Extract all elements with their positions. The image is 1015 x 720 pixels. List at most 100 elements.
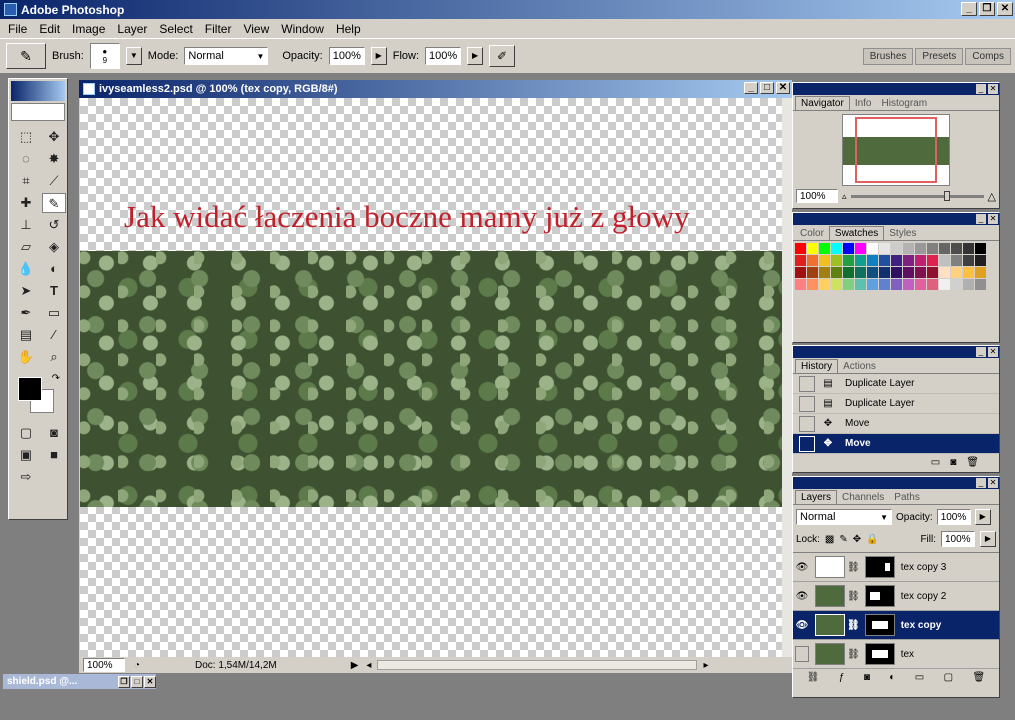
panel-minimize-icon[interactable]: _ xyxy=(976,214,986,224)
tab-paths[interactable]: Paths xyxy=(889,491,925,504)
color-swatch[interactable] xyxy=(903,255,914,266)
doc-maximize-button[interactable]: □ xyxy=(760,82,774,94)
zoom-in-icon[interactable]: △ xyxy=(988,190,996,203)
color-swatch[interactable] xyxy=(843,255,854,266)
tab-actions[interactable]: Actions xyxy=(838,360,881,373)
color-swatch[interactable] xyxy=(975,279,986,290)
layer-opacity-arrow[interactable]: ▶ xyxy=(974,509,991,525)
color-swatch[interactable] xyxy=(903,279,914,290)
brush-tool-icon[interactable]: ✎ xyxy=(42,193,66,213)
panel-minimize-icon[interactable]: _ xyxy=(976,478,986,488)
panel-close-icon[interactable]: ✕ xyxy=(988,214,998,224)
color-swatch[interactable] xyxy=(915,279,926,290)
layer-row[interactable]: 👁 ⛓ tex copy 2 xyxy=(793,582,999,611)
opacity-input[interactable]: 100% xyxy=(328,47,365,65)
color-swatch[interactable] xyxy=(939,267,950,278)
feather-logo-icon[interactable] xyxy=(11,103,65,121)
well-tab-presets[interactable]: Presets xyxy=(915,47,964,65)
well-tab-comps[interactable]: Comps xyxy=(965,47,1011,65)
color-swatch[interactable] xyxy=(831,255,842,266)
layer-opacity-input[interactable]: 100% xyxy=(936,509,971,525)
color-swatch[interactable] xyxy=(927,255,938,266)
doc-minimize-button[interactable]: _ xyxy=(744,82,758,94)
flow-input[interactable]: 100% xyxy=(425,47,462,65)
tab-layers[interactable]: Layers xyxy=(795,490,838,504)
color-swatch[interactable] xyxy=(843,267,854,278)
eye-icon[interactable]: 👁 xyxy=(793,591,811,602)
color-swatch[interactable] xyxy=(855,255,866,266)
quickmask-mode-icon[interactable]: ◙ xyxy=(42,423,66,443)
color-swatch[interactable] xyxy=(795,255,806,266)
color-swatch[interactable] xyxy=(939,279,950,290)
vertical-scrollbar[interactable] xyxy=(782,98,792,658)
foreground-color-swatch[interactable] xyxy=(18,377,42,401)
color-swatch[interactable] xyxy=(891,279,902,290)
color-swatch[interactable] xyxy=(891,255,902,266)
history-brush-icon[interactable]: ↺ xyxy=(42,215,66,235)
well-tab-brushes[interactable]: Brushes xyxy=(862,47,914,65)
notes-tool-icon[interactable]: ▤ xyxy=(14,325,38,345)
history-item[interactable]: ▤ Duplicate Layer xyxy=(793,394,999,414)
eyedropper-tool-icon[interactable]: ⁄ xyxy=(42,325,66,345)
menu-view[interactable]: View xyxy=(237,22,275,36)
color-swatch[interactable] xyxy=(855,243,866,254)
brush-dropdown-arrow[interactable]: ▼ xyxy=(125,47,142,65)
history-item[interactable]: ✥ Move xyxy=(793,414,999,434)
color-swatch[interactable] xyxy=(879,243,890,254)
color-swatch[interactable] xyxy=(819,255,830,266)
path-select-icon[interactable]: ➤ xyxy=(14,281,38,301)
stamp-tool-icon[interactable]: ⊥ xyxy=(14,215,38,235)
layer-row-selected[interactable]: 👁 ⛓ tex copy xyxy=(793,611,999,640)
color-swatch[interactable] xyxy=(927,279,938,290)
color-swatch[interactable] xyxy=(843,279,854,290)
color-swatch[interactable] xyxy=(879,255,890,266)
zoom-tool-icon[interactable]: ⌕ xyxy=(42,347,66,367)
minidoc-maximize-button[interactable]: □ xyxy=(131,675,143,688)
history-item-selected[interactable]: ✥ Move xyxy=(793,434,999,454)
move-tool-icon[interactable]: ✥ xyxy=(42,127,66,147)
flow-slider-arrow[interactable]: ▶ xyxy=(467,47,484,65)
color-swatch[interactable] xyxy=(831,243,842,254)
doc-close-button[interactable]: ✕ xyxy=(776,82,790,94)
menu-layer[interactable]: Layer xyxy=(111,22,153,36)
color-swatch[interactable] xyxy=(915,243,926,254)
color-swatch[interactable] xyxy=(915,255,926,266)
color-swatch[interactable] xyxy=(819,279,830,290)
eraser-tool-icon[interactable]: ▱ xyxy=(14,237,38,257)
color-swatch[interactable] xyxy=(867,243,878,254)
color-swatch[interactable] xyxy=(891,267,902,278)
tab-swatches[interactable]: Swatches xyxy=(828,226,885,240)
hand-tool-icon[interactable]: ✋ xyxy=(14,347,38,367)
panel-close-icon[interactable]: ✕ xyxy=(988,84,998,94)
layer-style-icon[interactable]: ƒ xyxy=(839,672,845,683)
color-swatch[interactable] xyxy=(879,279,890,290)
color-swatch[interactable] xyxy=(867,279,878,290)
new-layer-icon[interactable]: ▢ xyxy=(944,672,953,683)
shape-tool-icon[interactable]: ▭ xyxy=(42,303,66,323)
fill-arrow[interactable]: ▶ xyxy=(980,531,996,547)
lock-transparency-icon[interactable]: ▩ xyxy=(825,534,834,545)
menu-select[interactable]: Select xyxy=(153,22,198,36)
airbrush-icon[interactable]: ✐ xyxy=(489,45,516,67)
pen-tool-icon[interactable]: ✒ xyxy=(14,303,38,323)
new-document-icon[interactable]: ▭ xyxy=(931,457,940,468)
color-swatch[interactable] xyxy=(831,279,842,290)
color-swatch[interactable] xyxy=(951,267,962,278)
canvas[interactable]: Jak widać łaczenia boczne mamy już z gło… xyxy=(80,98,783,658)
tab-channels[interactable]: Channels xyxy=(837,491,889,504)
healing-brush-icon[interactable]: ✚ xyxy=(14,193,38,213)
lock-all-icon[interactable]: 🔒 xyxy=(866,534,878,545)
navigator-zoom-field[interactable]: 100% xyxy=(796,189,838,203)
panel-minimize-icon[interactable]: _ xyxy=(976,347,986,357)
zoom-field[interactable]: 100% xyxy=(83,658,125,672)
color-swatch[interactable] xyxy=(795,279,806,290)
add-mask-icon[interactable]: ◙ xyxy=(864,672,870,683)
panel-close-icon[interactable]: ✕ xyxy=(988,478,998,488)
menu-image[interactable]: Image xyxy=(66,22,111,36)
lock-paint-icon[interactable]: ✎ xyxy=(839,534,847,545)
horizontal-scrollbar[interactable] xyxy=(377,660,698,670)
type-tool-icon[interactable]: T xyxy=(42,281,66,301)
menu-window[interactable]: Window xyxy=(275,22,330,36)
color-swatch[interactable] xyxy=(867,255,878,266)
minimize-button[interactable]: _ xyxy=(961,2,977,16)
